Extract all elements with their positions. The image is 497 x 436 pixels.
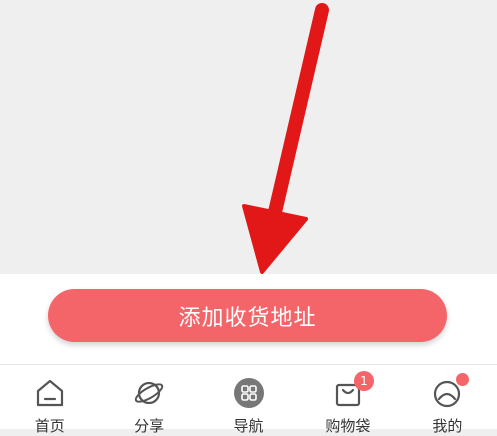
add-address-button[interactable]: 添加收货地址	[48, 289, 447, 342]
nav-item-navigation[interactable]: 导航	[199, 365, 298, 435]
nav-label-share: 分享	[134, 417, 165, 435]
content-area	[0, 0, 497, 274]
profile-icon	[431, 373, 470, 409]
home-icon	[34, 377, 66, 409]
planet-icon	[133, 377, 165, 409]
nav-item-share[interactable]: 分享	[99, 365, 198, 435]
notification-dot	[456, 373, 470, 386]
nav-label-navigation: 导航	[233, 417, 264, 435]
cart-count-badge: 1	[353, 371, 374, 391]
nav-item-home[interactable]: 首页	[0, 365, 99, 435]
nav-item-shopping-bag[interactable]: 1 购物袋	[298, 365, 397, 435]
nav-label-home: 首页	[34, 417, 65, 435]
bottom-nav: 首页 分享 导航 1 购物袋 我的	[0, 364, 497, 435]
nav-label-shopping-bag: 购物袋	[325, 417, 371, 435]
shopping-bag-icon: 1	[332, 371, 374, 409]
nav-item-profile[interactable]: 我的	[398, 365, 497, 435]
add-address-label: 添加收货地址	[178, 305, 317, 331]
grid-icon	[233, 377, 265, 409]
nav-label-profile: 我的	[432, 417, 463, 435]
